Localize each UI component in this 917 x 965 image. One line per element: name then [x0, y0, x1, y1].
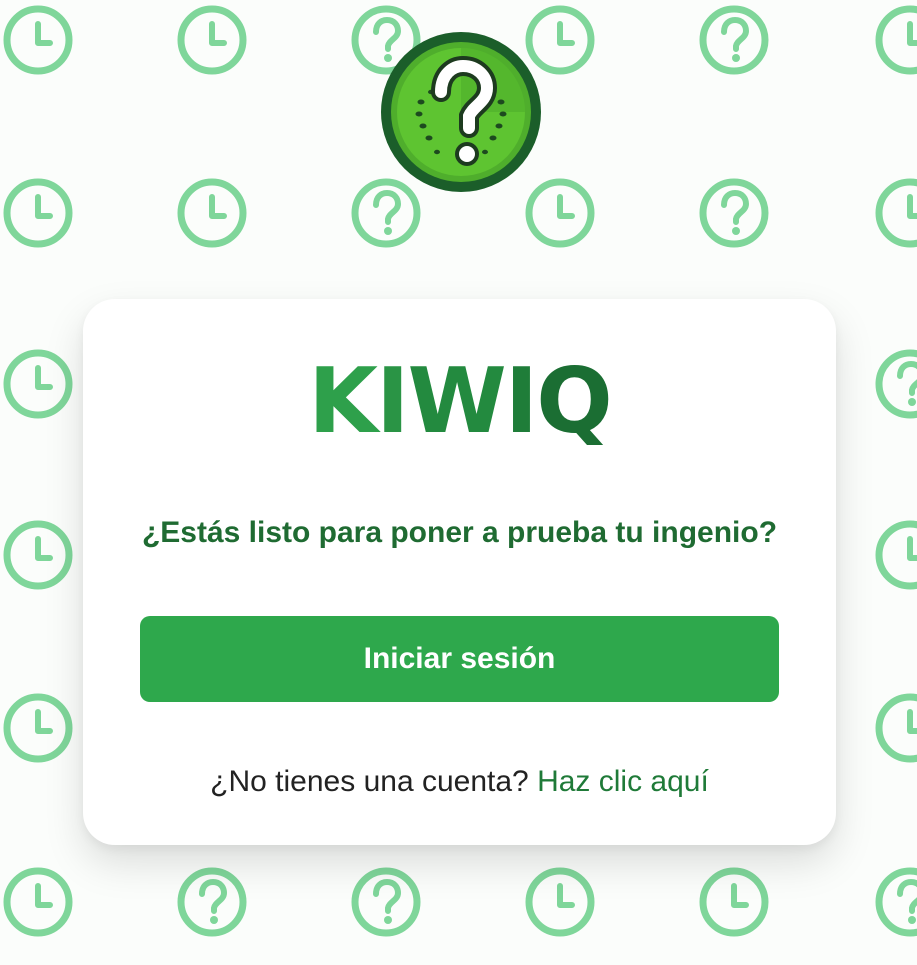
clock-icon	[696, 864, 772, 940]
clock-icon	[174, 175, 250, 251]
question-circle-icon	[872, 346, 917, 422]
signup-prompt: ¿No tienes una cuenta?	[210, 765, 529, 798]
question-circle-icon	[174, 864, 250, 940]
kiwi-question-logo	[379, 30, 543, 194]
clock-icon	[872, 517, 917, 593]
clock-icon	[872, 2, 917, 78]
clock-icon	[0, 864, 76, 940]
brand-letter: I	[504, 349, 538, 454]
clock-icon	[0, 175, 76, 251]
signup-row: ¿No tienes una cuenta? Haz clic aquí	[83, 765, 836, 799]
clock-icon	[872, 175, 917, 251]
clock-icon	[522, 864, 598, 940]
clock-icon	[0, 2, 76, 78]
question-circle-icon	[872, 864, 917, 940]
tagline: ¿Estás listo para poner a prueba tu inge…	[141, 516, 778, 549]
brand-letter: W	[407, 349, 506, 454]
kiwi-question-icon	[381, 32, 541, 192]
clock-icon	[0, 690, 76, 766]
login-button[interactable]: Iniciar sesión	[140, 616, 779, 702]
brand-letter: K	[308, 349, 378, 454]
question-circle-icon	[696, 2, 772, 78]
login-card: KIWIQ ¿Estás listo para poner a prueba t…	[83, 299, 836, 845]
question-circle-icon	[348, 864, 424, 940]
clock-icon	[872, 690, 917, 766]
clock-icon	[0, 517, 76, 593]
clock-icon	[0, 346, 76, 422]
login-screen: KIWIQ ¿Estás listo para poner a prueba t…	[0, 0, 917, 965]
signup-link[interactable]: Haz clic aquí	[537, 765, 709, 798]
brand-letter: Q	[536, 349, 613, 454]
question-circle-icon	[696, 175, 772, 251]
brand-letter: I	[375, 349, 409, 454]
brand-wordmark: KIWIQ	[83, 357, 836, 447]
clock-icon	[174, 2, 250, 78]
